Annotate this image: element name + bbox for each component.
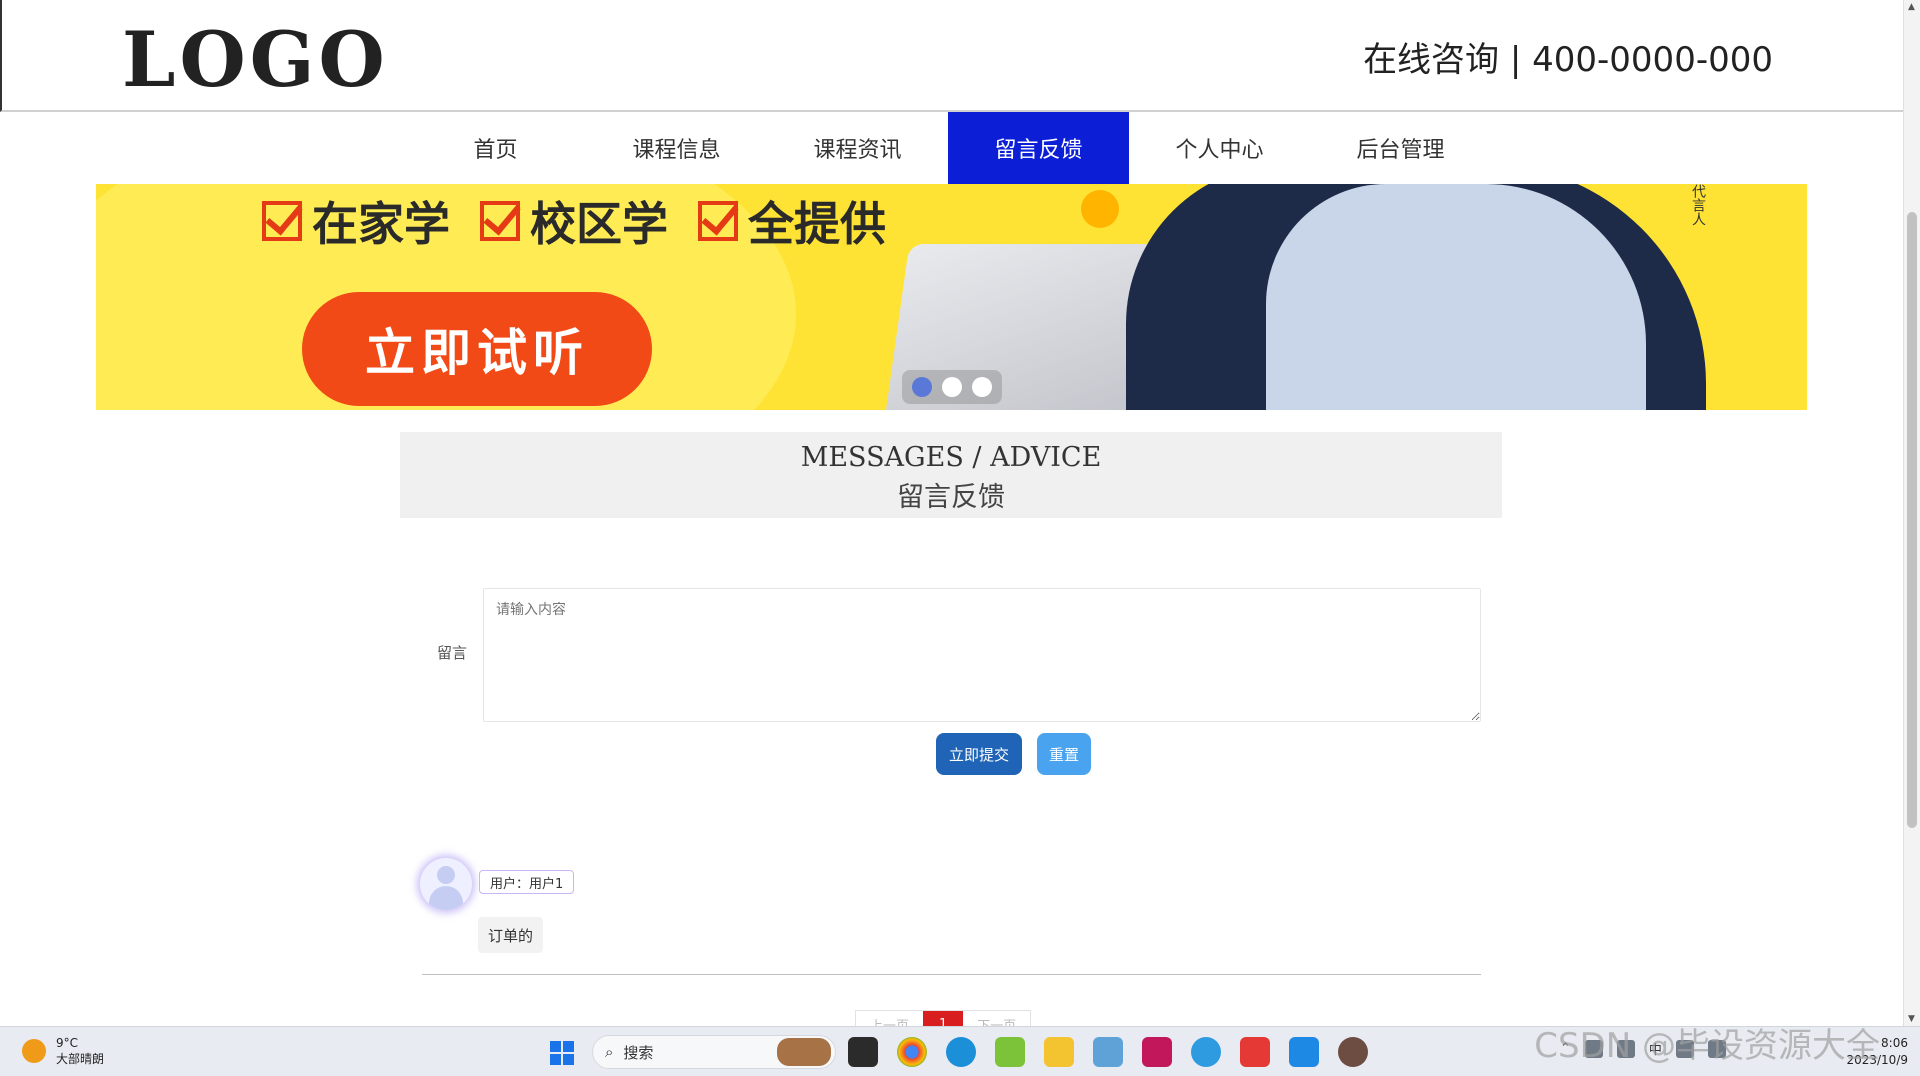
section-title-cn: 留言反馈 bbox=[897, 482, 1005, 513]
nav-item-feedback[interactable]: 留言反馈 bbox=[948, 112, 1129, 184]
scroll-up-icon[interactable]: ▲ bbox=[1908, 2, 1915, 12]
weather-text: 9°C 大部晴朗 bbox=[56, 1035, 104, 1067]
weather-temp: 9°C bbox=[56, 1036, 79, 1050]
section-title-en: MESSAGES / ADVICE bbox=[800, 442, 1102, 473]
banner-feature-label: 校区学 bbox=[530, 197, 668, 251]
comment-text: 订单的 bbox=[478, 917, 544, 953]
site-logo[interactable]: LOGO bbox=[122, 20, 389, 100]
file-view-icon[interactable] bbox=[848, 1037, 878, 1067]
nav-item-home[interactable]: 首页 bbox=[405, 112, 586, 184]
comment-divider bbox=[422, 974, 1481, 975]
tray-chevron-icon[interactable]: ⌃ bbox=[1560, 1041, 1571, 1056]
banner-features: 在家学 校区学 全提供 bbox=[262, 188, 886, 254]
clock-date: 2023/10/9 bbox=[1846, 1053, 1908, 1067]
carousel-indicators bbox=[902, 370, 1002, 404]
nav-item-course-info[interactable]: 课程信息 bbox=[586, 112, 767, 184]
tray-cloud-icon[interactable] bbox=[1616, 1039, 1635, 1058]
windows-start-icon[interactable] bbox=[550, 1041, 574, 1065]
taskbar-apps bbox=[848, 1037, 1368, 1067]
nav-item-course-news[interactable]: 课程资讯 bbox=[767, 112, 948, 184]
banner-feature-label: 在家学 bbox=[312, 197, 450, 251]
taskbar-search-placeholder: 搜索 bbox=[623, 1043, 654, 1062]
network-app-icon[interactable] bbox=[1093, 1037, 1123, 1067]
user-avatar-icon bbox=[420, 858, 472, 910]
search-icon: ⌕ bbox=[605, 1043, 614, 1061]
edge-icon[interactable] bbox=[946, 1037, 976, 1067]
site-header: LOGO 在线咨询 | 400-0000-000 bbox=[0, 0, 1903, 112]
page: LOGO 在线咨询 | 400-0000-000 首页 课程信息 课程资讯 留言… bbox=[0, 0, 1920, 1076]
system-tray: ⌃ 中 bbox=[1560, 1039, 1726, 1058]
comment-user-tag: 用户：用户1 bbox=[479, 870, 575, 894]
tray-app-icon[interactable] bbox=[1584, 1039, 1603, 1058]
main-nav: 首页 课程信息 课程资讯 留言反馈 个人中心 后台管理 bbox=[0, 112, 1903, 184]
submit-button[interactable]: 立即提交 bbox=[936, 733, 1022, 775]
scroll-thumb[interactable] bbox=[1907, 212, 1917, 828]
banner-feature: 校区学 bbox=[480, 188, 668, 254]
nav-item-personal-center[interactable]: 个人中心 bbox=[1129, 112, 1310, 184]
plant-app-icon[interactable] bbox=[995, 1037, 1025, 1067]
taskbar-clock[interactable]: 8:06 2023/10/9 bbox=[1846, 1035, 1908, 1069]
file-explorer-icon[interactable] bbox=[1044, 1037, 1074, 1067]
reset-button[interactable]: 重置 bbox=[1037, 733, 1091, 775]
section-title: MESSAGES / ADVICE 留言反馈 bbox=[400, 432, 1502, 518]
banner-feature: 全提供 bbox=[698, 188, 886, 254]
avatar-head bbox=[437, 866, 455, 884]
hotline-text: 在线咨询 | 400-0000-000 bbox=[1363, 40, 1773, 80]
media-app-icon[interactable] bbox=[1338, 1037, 1368, 1067]
weather-sun-icon bbox=[22, 1039, 46, 1063]
clock-time: 8:06 bbox=[1881, 1036, 1908, 1050]
nav-item-admin[interactable]: 后台管理 bbox=[1310, 112, 1491, 184]
search-highlight-image bbox=[777, 1038, 831, 1066]
check-icon bbox=[698, 201, 738, 241]
scroll-down-icon[interactable]: ▼ bbox=[1908, 1014, 1915, 1024]
message-label: 留言 bbox=[437, 644, 468, 662]
banner-feature-label: 全提供 bbox=[748, 197, 886, 251]
banner-side-text: 代言人 bbox=[1690, 184, 1706, 226]
volume-icon[interactable] bbox=[1707, 1039, 1726, 1058]
banner-feature: 在家学 bbox=[262, 188, 450, 254]
intellij-icon[interactable] bbox=[1142, 1037, 1172, 1067]
wps-icon[interactable] bbox=[1240, 1037, 1270, 1067]
avatar-body bbox=[429, 886, 463, 910]
browser-alt-icon[interactable] bbox=[1191, 1037, 1221, 1067]
page-scrollbar[interactable]: ▲ ▼ bbox=[1903, 0, 1920, 1026]
check-icon bbox=[262, 201, 302, 241]
check-icon bbox=[480, 201, 520, 241]
chrome-icon[interactable] bbox=[897, 1037, 927, 1067]
message-textarea[interactable] bbox=[483, 588, 1481, 722]
notepad-icon[interactable] bbox=[1289, 1037, 1319, 1067]
carousel-dot-3[interactable] bbox=[972, 377, 992, 397]
wifi-icon[interactable] bbox=[1675, 1039, 1694, 1058]
carousel-dot-2[interactable] bbox=[942, 377, 962, 397]
ime-indicator[interactable]: 中 bbox=[1649, 1039, 1662, 1058]
weather-desc: 大部晴朗 bbox=[56, 1052, 105, 1066]
trial-lesson-button[interactable]: 立即试听 bbox=[302, 292, 652, 406]
weather-widget[interactable]: 9°C 大部晴朗 bbox=[22, 1035, 104, 1067]
os-taskbar: 9°C 大部晴朗 ⌕ 搜索 ⌃ 中 8:06 2023/10/9 bbox=[0, 1026, 1920, 1076]
banner-orb-decoration bbox=[1081, 190, 1119, 228]
carousel-dot-1[interactable] bbox=[912, 377, 932, 397]
taskbar-search[interactable]: ⌕ 搜索 bbox=[592, 1035, 836, 1069]
